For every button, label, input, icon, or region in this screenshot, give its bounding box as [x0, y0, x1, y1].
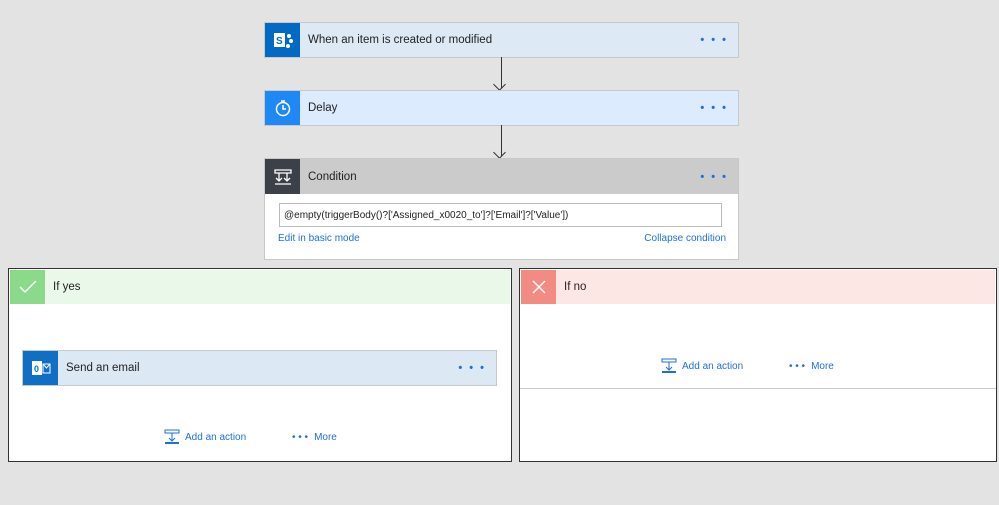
- condition-card: Condition • • • @empty(triggerBody()?['A…: [264, 158, 739, 260]
- condition-expression-input[interactable]: @empty(triggerBody()?['Assigned_x0020_to…: [279, 203, 722, 227]
- svg-text:S: S: [276, 36, 283, 47]
- delay-card[interactable]: Delay • • •: [264, 90, 739, 126]
- if-no-branch: If no Add an action • • • More: [519, 268, 997, 462]
- if-no-header: If no: [521, 270, 995, 304]
- send-email-more-menu[interactable]: • • •: [458, 362, 496, 374]
- if-no-title: If no: [564, 281, 587, 293]
- no-add-action-button[interactable]: Add an action: [661, 358, 743, 374]
- timer-icon: [265, 91, 300, 125]
- add-action-label: Add an action: [682, 360, 744, 372]
- more-label: More: [811, 361, 834, 372]
- if-yes-title: If yes: [53, 281, 81, 293]
- svg-text:0: 0: [34, 364, 39, 374]
- collapse-condition-link[interactable]: Collapse condition: [644, 233, 726, 244]
- more-label: More: [314, 432, 337, 443]
- trigger-more-menu[interactable]: • • •: [700, 34, 738, 46]
- yes-add-action-button[interactable]: Add an action: [164, 429, 246, 445]
- sharepoint-icon: S: [265, 23, 300, 57]
- checkmark-icon: [10, 270, 45, 304]
- close-x-icon: [521, 270, 556, 304]
- if-yes-header: If yes: [10, 270, 510, 304]
- trigger-card[interactable]: S When an item is created or modified • …: [264, 22, 739, 58]
- send-email-card[interactable]: 0 Send an email • • •: [22, 350, 497, 386]
- add-action-label: Add an action: [185, 431, 247, 443]
- edit-basic-mode-link[interactable]: Edit in basic mode: [278, 233, 360, 244]
- trigger-title: When an item is created or modified: [308, 34, 493, 46]
- no-more-button[interactable]: • • • More: [789, 361, 834, 372]
- condition-more-menu[interactable]: • • •: [700, 171, 738, 183]
- yes-more-button[interactable]: • • • More: [292, 432, 337, 443]
- more-dots-icon: • • •: [789, 361, 806, 372]
- send-email-title: Send an email: [66, 362, 140, 374]
- condition-title: Condition: [308, 170, 357, 183]
- divider: [520, 388, 996, 389]
- add-action-icon: [661, 358, 677, 373]
- more-dots-icon: • • •: [292, 432, 309, 443]
- add-action-icon: [164, 429, 180, 444]
- delay-more-menu[interactable]: • • •: [700, 102, 738, 114]
- if-yes-branch: If yes 0 Send an email • • • Add an acti…: [8, 268, 512, 462]
- outlook-icon: 0: [23, 351, 58, 385]
- condition-icon: [265, 159, 300, 194]
- delay-title: Delay: [308, 102, 338, 114]
